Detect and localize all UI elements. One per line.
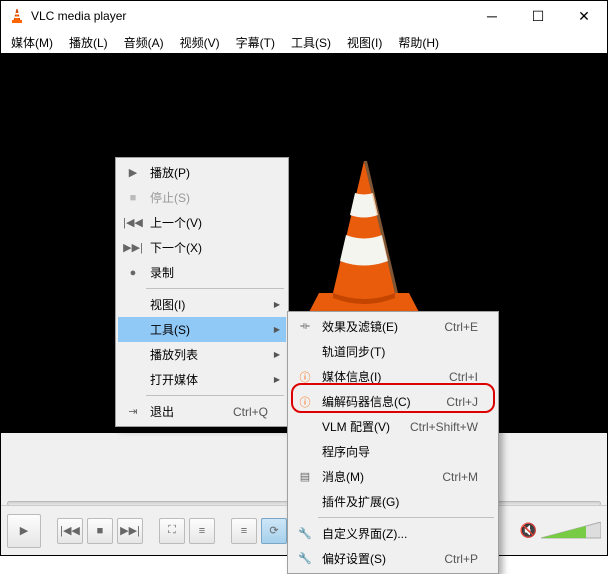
ctx-main-item-11-icon: ⇥	[122, 405, 144, 418]
playlist-button[interactable]: ≡	[231, 518, 257, 544]
ctx-tools-item-7[interactable]: 插件及扩展(G)	[290, 489, 496, 514]
ctx-tools-item-3[interactable]: ⓘ编解码器信息(C)Ctrl+J	[290, 389, 496, 414]
ctx-tools-item-6-icon: ▤	[294, 470, 316, 483]
ctx-main-item-9[interactable]: 打开媒体	[118, 367, 286, 392]
ctx-tools-item-0-label: 效果及滤镜(E)	[316, 318, 424, 335]
ctx-tools-item-5[interactable]: 程序向导	[290, 439, 496, 464]
extended-button[interactable]: ≡	[189, 518, 215, 544]
ctx-tools-item-2-label: 媒体信息(I)	[316, 368, 429, 385]
menu-view[interactable]: 视图(I)	[341, 32, 388, 53]
ctx-tools-item-9-icon: 🔧	[294, 527, 316, 540]
ctx-main-item-0[interactable]: ▶播放(P)	[118, 160, 286, 185]
mute-button[interactable]: 🔇	[520, 522, 537, 539]
ctx-main-item-11-label: 退出	[144, 403, 213, 420]
ctx-main-item-2[interactable]: |◀◀上一个(V)	[118, 210, 286, 235]
fullscreen-icon: ⛶	[168, 524, 176, 537]
menu-video[interactable]: 视频(V)	[174, 32, 226, 53]
context-menu-tools: ⟛效果及滤镜(E)Ctrl+E轨道同步(T)ⓘ媒体信息(I)Ctrl+Iⓘ编解码…	[287, 311, 499, 574]
stop-icon: ■	[97, 525, 104, 537]
ctx-tools-item-2-icon: ⓘ	[294, 369, 316, 385]
ctx-tools-item-0-shortcut: Ctrl+E	[424, 320, 478, 334]
ctx-tools-item-2-shortcut: Ctrl+I	[429, 370, 478, 384]
ctx-main-item-11[interactable]: ⇥退出Ctrl+Q	[118, 399, 286, 424]
ctx-tools-item-7-label: 插件及扩展(G)	[316, 493, 478, 510]
ctx-main-item-1-label: 停止(S)	[144, 189, 268, 206]
minimize-button[interactable]: ─	[469, 1, 515, 31]
ctx-tools-item-10-icon: 🔧	[294, 552, 316, 565]
play-icon: ▶	[20, 524, 28, 537]
ctx-tools-item-10-shortcut: Ctrl+P	[424, 552, 478, 566]
ctx-main-item-2-icon: |◀◀	[122, 216, 144, 229]
next-button[interactable]: ▶▶|	[117, 518, 143, 544]
ctx-tools-item-10[interactable]: 🔧偏好设置(S)Ctrl+P	[290, 546, 496, 571]
ctx-main-item-1-icon: ■	[122, 192, 144, 204]
menu-media[interactable]: 媒体(M)	[5, 32, 59, 53]
ctx-tools-item-1-label: 轨道同步(T)	[316, 343, 478, 360]
ctx-main-item-3[interactable]: ▶▶|下一个(X)	[118, 235, 286, 260]
maximize-button[interactable]: ☐	[515, 1, 561, 31]
playlist-icon: ≡	[241, 525, 247, 537]
volume-slider[interactable]	[541, 522, 601, 540]
ctx-tools-item-0-icon: ⟛	[294, 320, 316, 333]
menu-tools[interactable]: 工具(S)	[285, 32, 337, 53]
ctx-main-item-8-label: 播放列表	[144, 346, 268, 363]
ctx-main-item-7-label: 工具(S)	[144, 321, 268, 338]
ctx-tools-item-4-shortcut: Ctrl+Shift+W	[390, 420, 478, 434]
menu-bar: 媒体(M) 播放(L) 音频(A) 视频(V) 字幕(T) 工具(S) 视图(I…	[1, 31, 607, 53]
ctx-tools-item-0[interactable]: ⟛效果及滤镜(E)Ctrl+E	[290, 314, 496, 339]
ctx-main-item-6[interactable]: 视图(I)	[118, 292, 286, 317]
ctx-tools-item-3-label: 编解码器信息(C)	[316, 393, 426, 410]
menu-audio[interactable]: 音频(A)	[118, 32, 170, 53]
window-title: VLC media player	[31, 9, 469, 23]
ctx-tools-item-2[interactable]: ⓘ媒体信息(I)Ctrl+I	[290, 364, 496, 389]
prev-icon: |◀◀	[60, 524, 80, 537]
context-menu-main: ▶播放(P)■停止(S)|◀◀上一个(V)▶▶|下一个(X)●录制视图(I)工具…	[115, 157, 289, 427]
app-window: VLC media player ─ ☐ ✕ 媒体(M) 播放(L) 音频(A)…	[0, 0, 608, 556]
ctx-main-item-3-icon: ▶▶|	[122, 241, 144, 254]
close-button[interactable]: ✕	[561, 1, 607, 31]
ctx-main-separator	[146, 395, 284, 396]
ctx-tools-item-6-label: 消息(M)	[316, 468, 422, 485]
ctx-main-item-0-icon: ▶	[122, 166, 144, 179]
loop-button[interactable]: ⟳	[261, 518, 287, 544]
next-icon: ▶▶|	[120, 524, 140, 537]
ctx-main-item-4-label: 录制	[144, 264, 268, 281]
prev-button[interactable]: |◀◀	[57, 518, 83, 544]
menu-playback[interactable]: 播放(L)	[63, 32, 114, 53]
ctx-main-item-3-label: 下一个(X)	[144, 239, 268, 256]
play-button[interactable]: ▶	[7, 514, 41, 548]
ctx-tools-item-9-label: 自定义界面(Z)...	[316, 525, 478, 542]
ctx-tools-item-3-icon: ⓘ	[294, 394, 316, 410]
ctx-tools-item-10-label: 偏好设置(S)	[316, 550, 424, 567]
ctx-tools-item-1[interactable]: 轨道同步(T)	[290, 339, 496, 364]
stop-button[interactable]: ■	[87, 518, 113, 544]
menu-subtitle[interactable]: 字幕(T)	[230, 32, 281, 53]
loop-icon: ⟳	[269, 524, 278, 537]
equalizer-icon: ≡	[199, 525, 205, 537]
ctx-main-item-8[interactable]: 播放列表	[118, 342, 286, 367]
ctx-main-item-4[interactable]: ●录制	[118, 260, 286, 285]
vlc-cone-logo	[299, 153, 429, 323]
ctx-main-item-9-label: 打开媒体	[144, 371, 268, 388]
ctx-tools-item-6-shortcut: Ctrl+M	[422, 470, 478, 484]
title-bar: VLC media player ─ ☐ ✕	[1, 1, 607, 31]
ctx-main-item-1[interactable]: ■停止(S)	[118, 185, 286, 210]
ctx-main-item-7[interactable]: 工具(S)	[118, 317, 286, 342]
menu-help[interactable]: 帮助(H)	[392, 32, 445, 53]
ctx-main-item-4-icon: ●	[122, 267, 144, 279]
ctx-tools-item-6[interactable]: ▤消息(M)Ctrl+M	[290, 464, 496, 489]
ctx-main-item-2-label: 上一个(V)	[144, 214, 268, 231]
ctx-main-item-6-label: 视图(I)	[144, 296, 268, 313]
ctx-tools-item-3-shortcut: Ctrl+J	[426, 395, 478, 409]
ctx-main-item-0-label: 播放(P)	[144, 164, 268, 181]
ctx-main-item-11-shortcut: Ctrl+Q	[213, 405, 268, 419]
ctx-tools-item-4-label: VLM 配置(V)	[316, 418, 390, 435]
app-icon	[9, 8, 25, 24]
ctx-tools-item-5-label: 程序向导	[316, 443, 478, 460]
ctx-tools-separator	[318, 517, 494, 518]
ctx-tools-item-9[interactable]: 🔧自定义界面(Z)...	[290, 521, 496, 546]
fullscreen-button[interactable]: ⛶	[159, 518, 185, 544]
ctx-tools-item-4[interactable]: VLM 配置(V)Ctrl+Shift+W	[290, 414, 496, 439]
ctx-main-separator	[146, 288, 284, 289]
